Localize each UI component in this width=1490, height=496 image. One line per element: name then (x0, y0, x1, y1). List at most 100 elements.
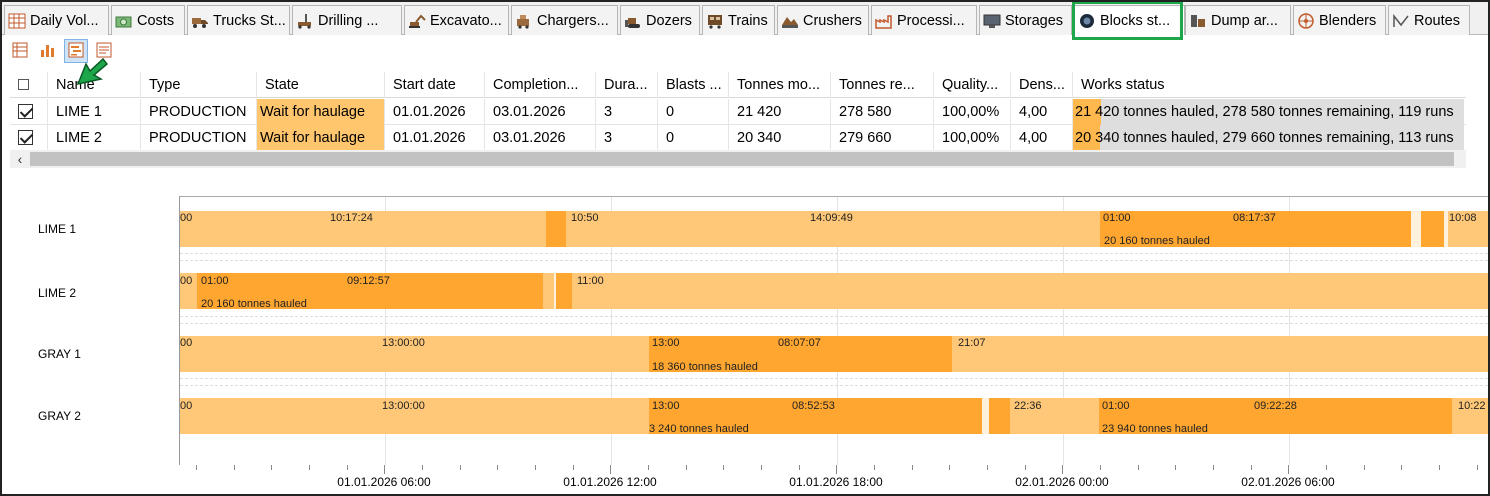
tab-storages[interactable]: Storages (979, 5, 1072, 35)
tab-trucks[interactable]: Trucks St... (187, 5, 290, 35)
column-header[interactable]: Dura... (596, 72, 658, 98)
lane-separator (180, 378, 1488, 379)
cell-tonnes-remaining: 279 660 (831, 125, 934, 151)
lane-separator (180, 253, 1488, 254)
bar-hauled-label: 23 940 tonnes hauled (1102, 423, 1208, 435)
tab-costs[interactable]: Costs (111, 5, 185, 35)
chart-view-button[interactable] (36, 39, 60, 63)
pointer-arrow-icon (76, 57, 109, 86)
lane-separator (180, 323, 1488, 324)
axis-tick (1100, 465, 1101, 470)
axis-tick (196, 465, 197, 470)
axis-tick (1401, 465, 1403, 470)
axis-tick (836, 465, 838, 474)
gantt-bar-segment[interactable] (556, 273, 572, 309)
row-checkbox[interactable] (18, 103, 33, 119)
cell-duration: 3 (596, 99, 658, 125)
bar-time-label: 09:12:57 (347, 275, 390, 287)
tab-blenders[interactable]: Blenders (1293, 5, 1386, 35)
table-icon (8, 13, 26, 29)
bar-time-label: 08:52:53 (792, 400, 835, 412)
gantt-bar-segment[interactable] (952, 336, 1488, 372)
select-all-checkbox[interactable] (18, 78, 29, 90)
tab-daily-volumes[interactable]: Daily Vol... (4, 5, 109, 35)
train-icon (706, 13, 724, 29)
tab-dump-areas[interactable]: Dump ar... (1185, 5, 1291, 35)
select-all-checkbox-cell[interactable] (10, 72, 48, 98)
axis-tick (384, 465, 386, 474)
axis-tick (459, 465, 461, 470)
tab-excavators[interactable]: Excavato... (404, 5, 509, 35)
grid-header-row: Name Type State Start date Completion...… (10, 72, 1466, 98)
works-status-text: 21 420 tonnes hauled, 278 580 tonnes rem… (1075, 104, 1454, 120)
column-header[interactable]: Quality... (934, 72, 1011, 98)
scroll-left-icon[interactable]: ‹ (12, 150, 28, 168)
money-icon (115, 13, 133, 29)
bar-time-label: 10:17:24 (330, 212, 373, 224)
column-header[interactable]: Dens... (1011, 72, 1073, 98)
tab-routes[interactable]: Routes (1388, 5, 1470, 35)
lane-label: LIME 1 (38, 222, 77, 236)
charger-icon (515, 13, 533, 29)
bar-time-label: 00 (180, 212, 193, 224)
table-view-button[interactable] (8, 39, 32, 63)
tab-trains[interactable]: Trains (702, 5, 775, 35)
blocks-grid: Name Type State Start date Completion...… (10, 72, 1466, 151)
bar-time-label: 08:07:07 (778, 337, 821, 349)
column-header[interactable]: Completion... (485, 72, 596, 98)
lane-label: GRAY 2 (38, 409, 81, 423)
row-checkbox[interactable] (18, 129, 33, 145)
tab-blocks-status[interactable]: Blocks st... (1074, 5, 1185, 35)
cell-name: LIME 2 (48, 125, 141, 151)
gantt-bar-segment[interactable] (1421, 211, 1444, 247)
axis-tick (233, 465, 235, 470)
cell-type: PRODUCTION (141, 99, 257, 125)
scrollbar-thumb[interactable] (30, 152, 1454, 166)
gantt-bar-segment[interactable] (982, 398, 989, 434)
cell-density: 4,00 (1011, 99, 1073, 125)
column-header[interactable]: Blasts ... (658, 72, 729, 98)
bar-time-label: 01:00 (1103, 212, 1131, 224)
lane-separator (180, 316, 1488, 317)
tab-drilling[interactable]: Drilling ... (292, 5, 402, 35)
cell-works-status: 21 420 tonnes hauled, 278 580 tonnes rem… (1073, 99, 1464, 125)
gantt-bar-segment[interactable] (989, 398, 1010, 434)
tab-processing[interactable]: Processi... (871, 5, 977, 35)
excavator-icon (408, 13, 426, 29)
axis-tick (422, 465, 423, 470)
gantt-bar-segment[interactable] (572, 273, 1488, 309)
time-axis-label: 01.01.2026 12:00 (563, 475, 657, 489)
bar-time-label: 01:00 (1102, 400, 1130, 412)
tab-dozers[interactable]: Dozers (620, 5, 700, 35)
axis-tick (987, 465, 988, 470)
gantt-bar-segment[interactable] (546, 211, 566, 247)
tab-chargers[interactable]: Chargers... (511, 5, 618, 35)
column-header[interactable]: State (257, 72, 385, 98)
cell-completion-date: 03.01.2026 (485, 125, 596, 151)
column-header[interactable]: Tonnes mo... (729, 72, 831, 98)
column-header[interactable]: Tonnes re... (831, 72, 934, 98)
table-row[interactable]: LIME 1 PRODUCTION Wait for haulage 01.01… (10, 99, 1466, 125)
column-header[interactable]: Type (141, 72, 257, 98)
row-checkbox-cell[interactable] (10, 125, 48, 151)
row-checkbox-cell[interactable] (10, 99, 48, 125)
column-header[interactable]: Start date (385, 72, 485, 98)
axis-tick (798, 465, 800, 470)
bar-hauled-label: 20 160 tonnes hauled (1104, 235, 1210, 247)
gantt-bar-segment[interactable] (1411, 211, 1421, 247)
works-status-text: 20 340 tonnes hauled, 279 660 tonnes rem… (1075, 130, 1454, 146)
dump-icon (1189, 13, 1207, 29)
lane-label: LIME 2 (38, 286, 77, 300)
horizontal-scrollbar[interactable]: ‹ (10, 150, 1466, 168)
gantt-bar-segment[interactable] (543, 273, 554, 309)
axis-tick (761, 465, 762, 470)
axis-tick (723, 465, 725, 470)
tab-crushers[interactable]: Crushers (777, 5, 869, 35)
cell-quality: 100,00% (934, 99, 1011, 125)
table-row[interactable]: LIME 2 PRODUCTION Wait for haulage 01.01… (10, 125, 1466, 151)
axis-tick (1326, 465, 1327, 470)
bar-time-label: 13:00:00 (382, 400, 425, 412)
column-header[interactable]: Works status (1073, 72, 1464, 98)
bar-time-label: 00 (180, 400, 193, 412)
gantt-chart: LIME 1 LIME 2 GRAY 1 GRAY 2 00 10:17:24 … (0, 180, 1490, 496)
